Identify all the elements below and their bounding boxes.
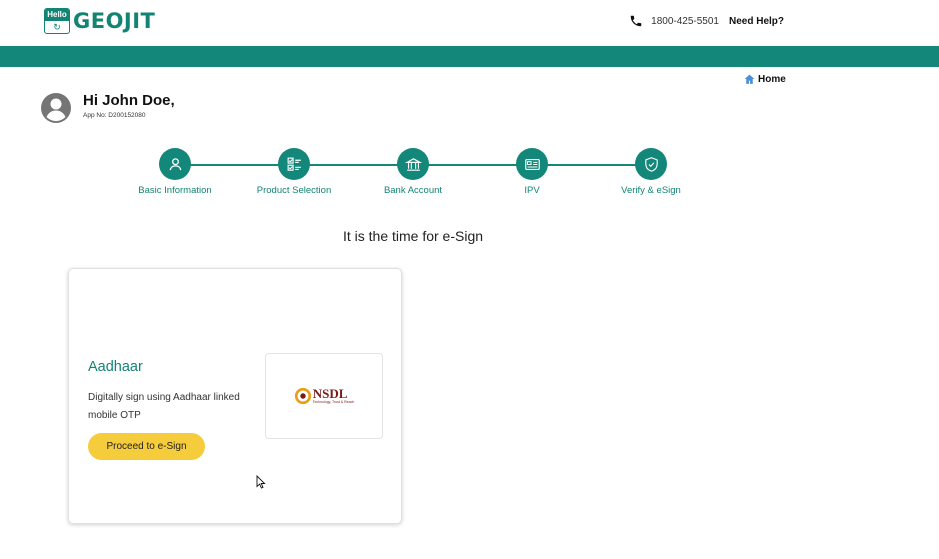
- brand-band: [0, 46, 939, 67]
- bank-icon: [404, 157, 422, 171]
- home-icon: [744, 74, 755, 84]
- app-number: App No: D200152080: [83, 112, 146, 119]
- user-icon: [169, 157, 181, 170]
- id-card-icon: [524, 158, 540, 170]
- progress-stepper: Basic Information Product Selection Bank…: [120, 148, 740, 203]
- home-link-label: Home: [758, 74, 786, 85]
- step-circle: [635, 148, 667, 180]
- greeting-name: Hi John Doe,: [83, 92, 175, 109]
- step-circle: [278, 148, 310, 180]
- page-title: It is the time for e-Sign: [342, 228, 484, 244]
- checklist-icon: [287, 157, 301, 171]
- phone-number[interactable]: 1800-425-5501: [651, 16, 719, 27]
- user-greeting: Hi John Doe, App No: D200152080: [41, 93, 175, 123]
- step-label: Basic Information: [138, 185, 212, 196]
- logo-text: GEOJIT: [73, 9, 156, 33]
- step-circle: [159, 148, 191, 180]
- step-label: Bank Account: [383, 185, 443, 196]
- help-area: 1800-425-5501 Need Help?: [629, 14, 784, 28]
- aadhaar-esign-card: Aadhaar Digitally sign using Aadhaar lin…: [68, 268, 402, 524]
- step-circle: [516, 148, 548, 180]
- logo-badge-text: Hello: [45, 9, 69, 21]
- nsdl-emblem-icon: [294, 387, 311, 405]
- nsdl-logo: NSDL Technology, Trust & Reach: [294, 386, 355, 405]
- nsdl-tagline: Technology, Trust & Reach: [312, 400, 355, 404]
- step-label: Product Selection: [256, 185, 332, 196]
- geojit-logo[interactable]: Hello ↻ GEOJIT: [44, 8, 155, 34]
- step-product-selection[interactable]: Product Selection: [239, 148, 349, 196]
- top-header: Hello ↻ GEOJIT 1800-425-5501 Need Help?: [0, 0, 939, 46]
- phone-icon: [630, 15, 642, 27]
- logo-mark-icon: ↻: [53, 22, 61, 32]
- step-ipv[interactable]: IPV: [477, 148, 587, 196]
- proceed-esign-button[interactable]: Proceed to e-Sign: [88, 433, 205, 460]
- card-title: Aadhaar: [88, 359, 143, 375]
- step-verify-esign[interactable]: Verify & eSign: [596, 148, 706, 196]
- shield-check-icon: [644, 156, 658, 172]
- step-circle: [397, 148, 429, 180]
- card-description: Digitally sign using Aadhaar linked mobi…: [88, 392, 240, 421]
- avatar-icon: [41, 93, 71, 123]
- step-basic-information[interactable]: Basic Information: [120, 148, 230, 196]
- step-bank-account[interactable]: Bank Account: [358, 148, 468, 196]
- home-link[interactable]: Home: [743, 73, 786, 86]
- nsdl-logo-box: NSDL Technology, Trust & Reach: [265, 353, 383, 439]
- nsdl-name: NSDL: [312, 386, 348, 401]
- mouse-cursor-icon: [256, 475, 266, 489]
- need-help-link[interactable]: Need Help?: [729, 16, 784, 27]
- step-label: Verify & eSign: [621, 185, 681, 196]
- logo-badge: Hello ↻: [44, 8, 70, 34]
- step-label: IPV: [524, 185, 540, 196]
